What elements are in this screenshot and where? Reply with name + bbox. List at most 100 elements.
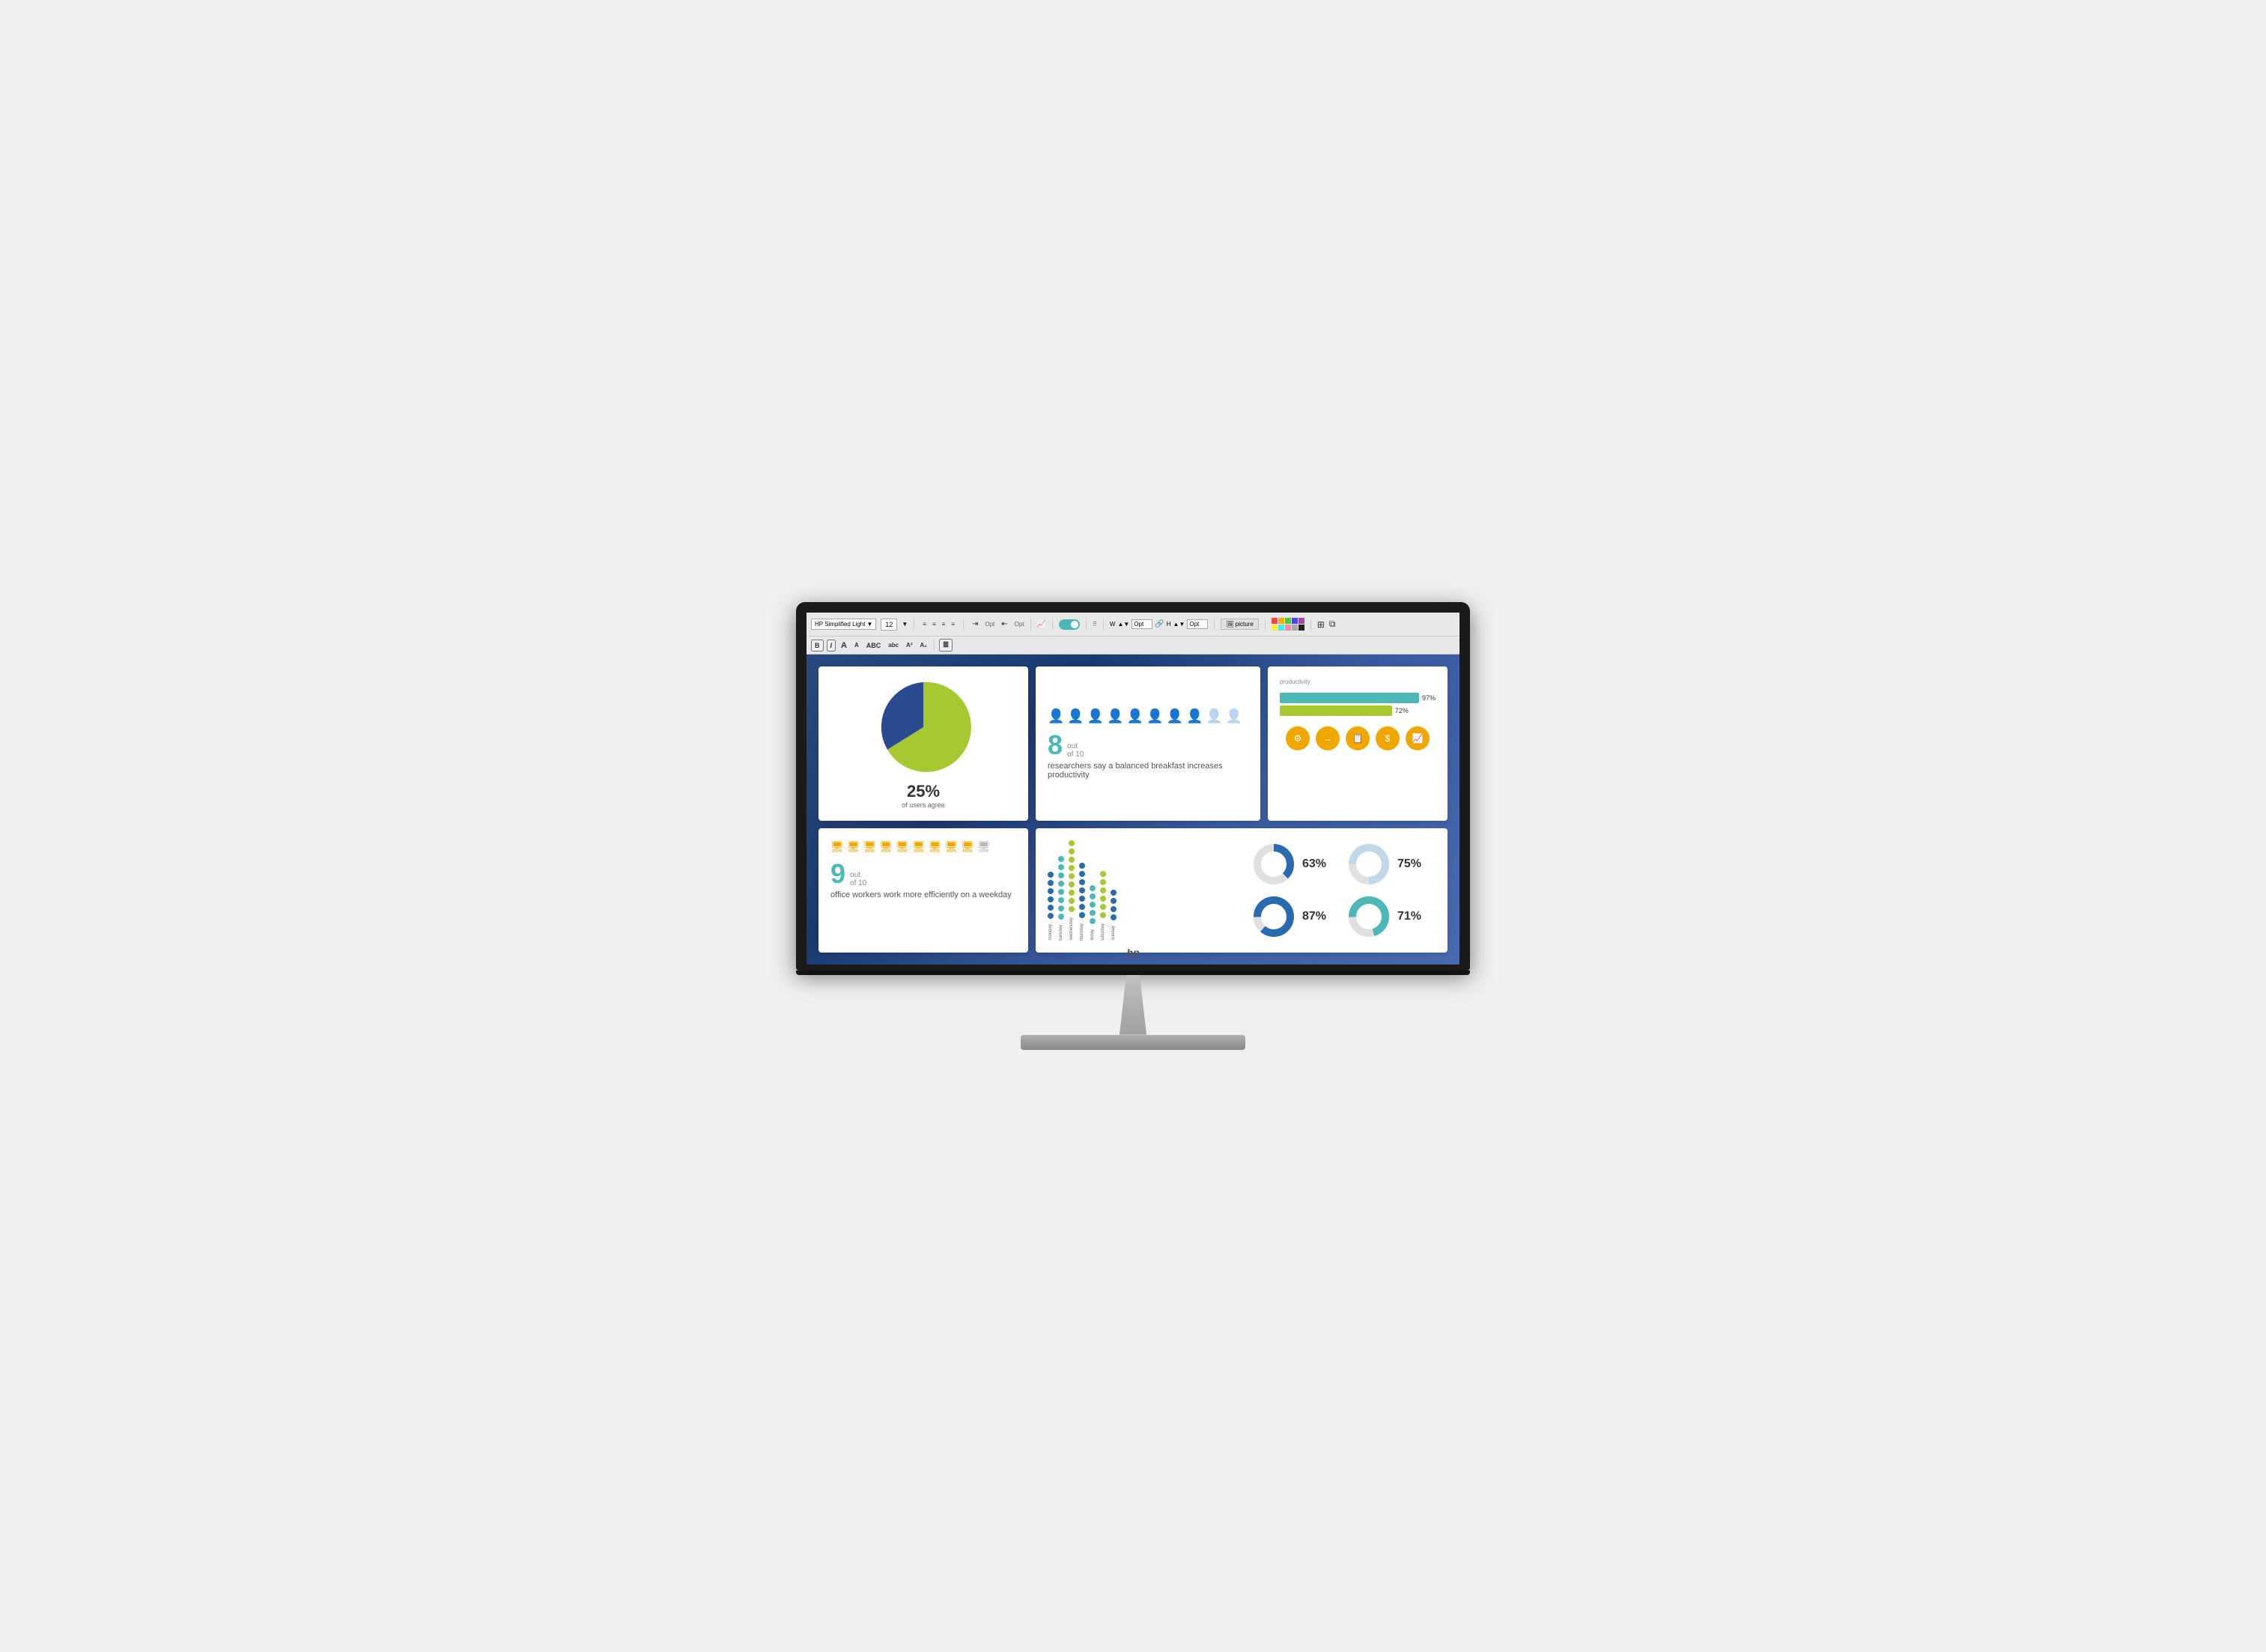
bold-button[interactable]: B xyxy=(811,640,824,652)
donut-svg-75 xyxy=(1346,842,1391,887)
dots-thursday xyxy=(1079,863,1085,918)
dot xyxy=(1090,893,1096,899)
font-selector[interactable]: HP Simplified Light ▼ xyxy=(811,619,876,630)
arrow-circle-icon[interactable]: → xyxy=(1316,726,1340,750)
height-label: H xyxy=(1167,621,1171,628)
dot xyxy=(1079,904,1085,910)
color-cell-green[interactable] xyxy=(1285,618,1291,624)
toggle-switch[interactable] xyxy=(1059,619,1080,630)
dollar-circle-icon[interactable]: $ xyxy=(1376,726,1400,750)
separator9 xyxy=(1310,619,1311,631)
dot xyxy=(1079,871,1085,877)
dot xyxy=(1079,863,1085,869)
gear-circle-icon[interactable]: ⚙ xyxy=(1286,726,1310,750)
abc-upper[interactable]: ABC xyxy=(864,641,884,650)
dot-col-saturday: saturday xyxy=(1100,871,1106,941)
productivity-label: productivity xyxy=(1280,678,1436,685)
subscript-btn[interactable]: A₂ xyxy=(918,641,929,649)
table-icon[interactable]: ⊞ xyxy=(1317,619,1325,630)
people-icons-row: 👤 👤 👤 👤 👤 👤 👤 👤 👤 👤 xyxy=(1048,708,1248,724)
person-icon-1: 👤 xyxy=(1048,708,1064,724)
clipboard-circle-icon[interactable]: 📋 xyxy=(1346,726,1370,750)
color-cell-pink[interactable] xyxy=(1285,625,1291,631)
color-cell-purple[interactable] xyxy=(1298,618,1304,624)
donut-container-87 xyxy=(1251,894,1296,939)
opt-label1: Opt xyxy=(985,621,994,628)
color-cell-gray[interactable] xyxy=(1292,625,1298,631)
dot xyxy=(1069,890,1075,896)
dot xyxy=(1058,872,1064,878)
picture-icon: 🖼 xyxy=(1226,621,1233,628)
breakfast-description: researchers say a balanced breakfast inc… xyxy=(1048,762,1248,780)
opt-label2: Opt xyxy=(1015,621,1024,628)
monitor-icon-2: 🖥 xyxy=(847,840,860,853)
indent-button[interactable]: ⇥ xyxy=(970,619,980,630)
color-cell-yellow[interactable] xyxy=(1272,625,1278,631)
width-arrow[interactable]: ▲▼ xyxy=(1117,621,1129,628)
dot-label-wednesday: wednesday xyxy=(1069,917,1074,940)
donut-item-71: 71% xyxy=(1346,893,1436,941)
workers-description: office workers work more efficiently on … xyxy=(830,890,1016,899)
dot-col-tuesday: tuesday xyxy=(1058,856,1064,941)
width-label: W xyxy=(1110,621,1116,628)
separator-r2 xyxy=(934,640,935,652)
color-cell-blue[interactable] xyxy=(1292,618,1298,624)
color-grid[interactable] xyxy=(1272,618,1304,631)
breakfast-stat-card: 👤 👤 👤 👤 👤 👤 👤 👤 👤 👤 8 xyxy=(1036,666,1260,821)
donut-pct-71: 71% xyxy=(1397,910,1421,923)
separator5 xyxy=(1086,619,1087,631)
person-icon-2: 👤 xyxy=(1067,708,1084,724)
dot xyxy=(1048,880,1054,886)
copy-icon[interactable]: ⧉ xyxy=(1329,619,1336,630)
font-size-input[interactable]: 12 xyxy=(881,619,897,631)
donut-container-71 xyxy=(1346,894,1391,939)
breakfast-stat-number: 8 xyxy=(1048,732,1063,759)
dots-saturday xyxy=(1100,871,1106,918)
align-left-button[interactable]: ≡ xyxy=(920,619,929,629)
font-name: HP Simplified Light xyxy=(815,621,865,628)
width-input[interactable]: Opt xyxy=(1132,619,1152,629)
dot xyxy=(1079,896,1085,902)
list-indent-button[interactable]: ≣ xyxy=(939,639,953,652)
width-opt: Opt xyxy=(1134,621,1143,628)
align-right-button[interactable]: ≡ xyxy=(940,619,948,629)
dot xyxy=(1100,871,1106,877)
line-chart-icon[interactable]: 📈 xyxy=(1037,620,1046,628)
abc-lower[interactable]: abc xyxy=(886,641,901,649)
scatter-icon[interactable]: ⠿ xyxy=(1093,621,1097,628)
monitor-icons-grid: 🖥 🖥 🖥 🖥 🖥 🖥 🖥 🖥 🖥 🖥 xyxy=(830,840,1016,853)
productivity-card: productivity 97% 72% ⚙ → xyxy=(1268,666,1448,821)
superscript-btn[interactable]: A² xyxy=(904,641,914,649)
color-cell-cyan[interactable] xyxy=(1278,625,1284,631)
outdent-button[interactable]: ⇤ xyxy=(999,619,1009,630)
chart-circle-icon[interactable]: 📈 xyxy=(1406,726,1430,750)
donut-svg-87 xyxy=(1251,894,1296,939)
color-cell-red[interactable] xyxy=(1272,618,1278,624)
person-icon-4: 👤 xyxy=(1107,708,1123,724)
dot xyxy=(1058,881,1064,887)
height-input[interactable]: Opt xyxy=(1187,619,1208,629)
pie-chart-svg xyxy=(875,678,972,776)
align-center-button[interactable]: ≡ xyxy=(930,619,938,629)
height-arrow[interactable]: ▲▼ xyxy=(1173,621,1185,628)
monitor-bottom-bar xyxy=(796,971,1470,975)
dot xyxy=(1048,905,1054,911)
workers-of10: of 10 xyxy=(850,879,866,887)
color-cell-orange[interactable] xyxy=(1278,618,1284,624)
font-large-a[interactable]: A xyxy=(839,640,849,651)
workers-out: out xyxy=(850,871,866,879)
breakfast-of10: of 10 xyxy=(1067,750,1084,759)
picture-button[interactable]: 🖼 picture xyxy=(1221,619,1258,630)
person-icon-9: 👤 xyxy=(1206,708,1222,724)
font-small-a[interactable]: A xyxy=(852,641,861,649)
italic-button[interactable]: I xyxy=(827,640,836,652)
monitor-stand-neck xyxy=(1111,975,1155,1035)
font-size-arrow[interactable]: ▼ xyxy=(902,621,908,628)
donut-pct-63: 63% xyxy=(1302,857,1326,871)
person-icon-5: 👤 xyxy=(1127,708,1143,724)
breakfast-out-of: out of 10 xyxy=(1067,742,1084,759)
color-cell-black[interactable] xyxy=(1298,625,1304,631)
dropdown-arrow-icon[interactable]: ▼ xyxy=(866,621,872,628)
align-justify-button[interactable]: ≡ xyxy=(949,619,957,629)
pie-chart-container xyxy=(875,678,972,776)
